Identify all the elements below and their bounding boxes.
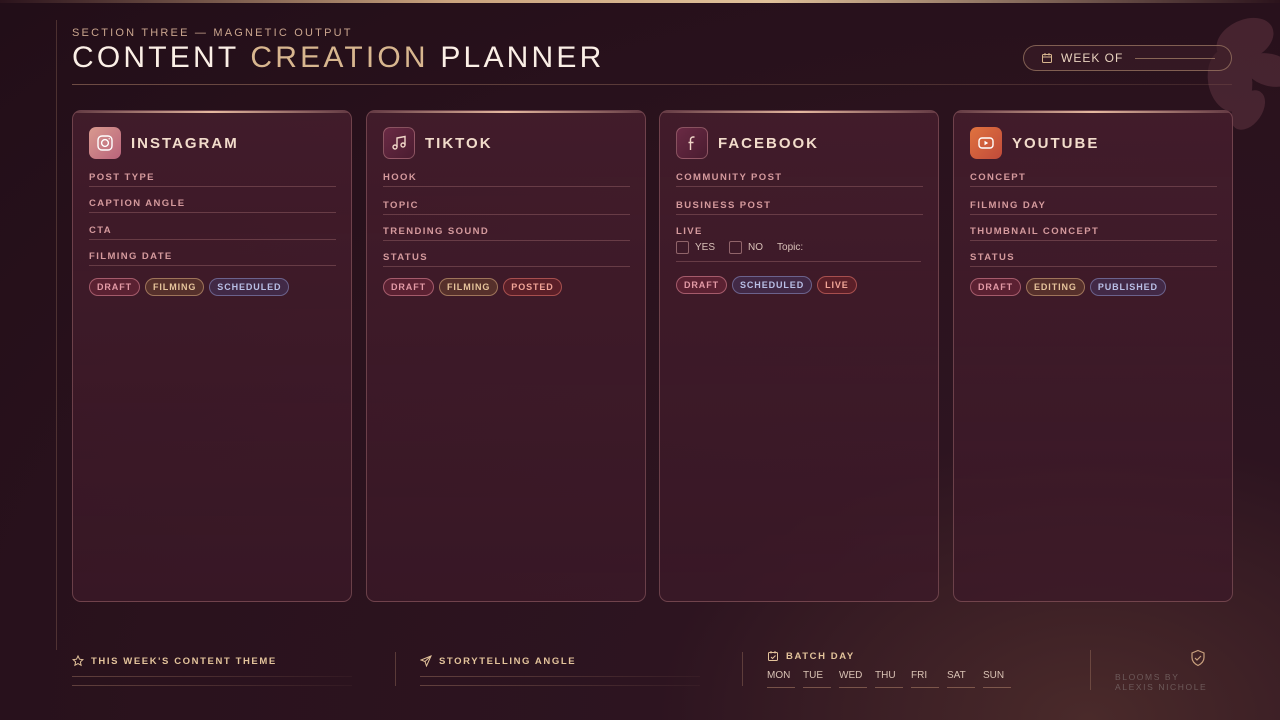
- story-input-line-2[interactable]: [420, 685, 700, 686]
- tag-filming[interactable]: FILMING: [145, 278, 205, 296]
- field-thumbnail-concept[interactable]: THUMBNAIL CONCEPT: [970, 226, 1217, 241]
- theme-input-line[interactable]: [72, 676, 352, 677]
- field-cta[interactable]: CTA: [89, 225, 336, 240]
- card-instagram: INSTAGRAM POST TYPE CAPTION ANGLE CTA FI…: [72, 110, 352, 602]
- field-trending-sound[interactable]: TRENDING SOUND: [383, 226, 630, 241]
- status-tags: DRAFT SCHEDULED LIVE: [676, 276, 857, 294]
- brand-signature: BLOOMS BY ALEXIS NICHOLE: [1115, 672, 1207, 692]
- platform-name: FACEBOOK: [718, 134, 820, 152]
- card-header: FACEBOOK: [676, 127, 819, 159]
- card-facebook: FACEBOOK COMMUNITY POST BUSINESS POST LI…: [659, 110, 939, 602]
- field-list: CONCEPT FILMING DAY THUMBNAIL CONCEPT ST…: [970, 172, 1217, 267]
- send-icon: [420, 655, 432, 667]
- live-topic-line: [676, 261, 921, 262]
- field-list: HOOK TOPIC TRENDING SOUND STATUS: [383, 172, 630, 267]
- week-of-field[interactable]: WEEK OF: [1023, 45, 1232, 71]
- star-icon: [72, 655, 84, 667]
- day-sat[interactable]: SAT: [947, 670, 983, 688]
- facebook-icon: [676, 127, 708, 159]
- shield-check-icon: [1191, 649, 1205, 667]
- title-part-creation: CREATION: [250, 41, 429, 74]
- tag-scheduled[interactable]: SCHEDULED: [209, 278, 290, 296]
- status-tags: DRAFT FILMING SCHEDULED: [89, 278, 290, 296]
- left-rule: [56, 20, 57, 650]
- tag-posted[interactable]: POSTED: [503, 278, 562, 296]
- field-list: POST TYPE CAPTION ANGLE CTA FILMING DATE: [89, 172, 336, 266]
- status-tags: DRAFT FILMING POSTED: [383, 278, 562, 296]
- field-business-post[interactable]: BUSINESS POST: [676, 200, 923, 215]
- card-header: YOUTUBE: [970, 127, 1099, 159]
- platform-name: YOUTUBE: [1012, 134, 1100, 152]
- title-part-planner: PLANNER: [440, 41, 605, 74]
- live-no-label: NO: [748, 242, 764, 253]
- tag-draft[interactable]: DRAFT: [383, 278, 434, 296]
- status-tags: DRAFT EDITING PUBLISHED: [970, 278, 1166, 296]
- top-accent-line: [0, 0, 1280, 3]
- field-post-type[interactable]: POST TYPE: [89, 172, 336, 187]
- platform-name: INSTAGRAM: [131, 134, 239, 152]
- live-options: YES NO Topic:: [676, 241, 803, 254]
- music-note-icon: [383, 127, 415, 159]
- tag-filming[interactable]: FILMING: [439, 278, 499, 296]
- field-list: COMMUNITY POST BUSINESS POST LIVE: [676, 172, 923, 240]
- batch-section: BATCH DAY: [767, 650, 855, 662]
- day-sun[interactable]: SUN: [983, 670, 1019, 688]
- tag-draft[interactable]: DRAFT: [89, 278, 140, 296]
- live-yes-label: YES: [695, 242, 716, 253]
- field-status[interactable]: STATUS: [383, 252, 630, 267]
- card-header: INSTAGRAM: [89, 127, 239, 159]
- page-header: SECTION THREE — MAGNETIC OUTPUT CONTENT …: [72, 27, 604, 75]
- field-status[interactable]: STATUS: [970, 252, 1217, 267]
- brand-line-1: BLOOMS BY: [1115, 672, 1180, 682]
- title-part-content: CONTENT: [72, 41, 239, 74]
- story-label: STORYTELLING ANGLE: [439, 655, 577, 667]
- tag-scheduled[interactable]: SCHEDULED: [732, 276, 813, 294]
- field-community-post[interactable]: COMMUNITY POST: [676, 172, 923, 187]
- brand-line-2: ALEXIS NICHOLE: [1115, 682, 1208, 692]
- day-fri[interactable]: FRI: [911, 670, 947, 688]
- story-section: STORYTELLING ANGLE: [420, 655, 576, 667]
- live-no-checkbox[interactable]: [729, 241, 743, 254]
- header-divider: [72, 84, 1232, 85]
- field-concept[interactable]: CONCEPT: [970, 172, 1217, 187]
- instagram-icon: [89, 127, 121, 159]
- tag-published[interactable]: PUBLISHED: [1089, 278, 1166, 296]
- platform-name: TIKTOK: [425, 134, 493, 152]
- batch-days: MON TUE WED THU FRI SAT SUN: [767, 670, 1019, 688]
- calendar-icon: [1042, 53, 1052, 63]
- theme-label: THIS WEEK'S CONTENT THEME: [91, 655, 277, 667]
- page-title: CONTENT CREATION PLANNER: [72, 41, 604, 75]
- story-input-line[interactable]: [420, 676, 700, 677]
- theme-section: THIS WEEK'S CONTENT THEME: [72, 655, 277, 667]
- week-of-input-line[interactable]: [1135, 57, 1216, 59]
- field-filming-date[interactable]: FILMING DATE: [89, 251, 336, 266]
- card-header: TIKTOK: [383, 127, 493, 159]
- week-of-label: WEEK OF: [1061, 51, 1124, 65]
- field-hook[interactable]: HOOK: [383, 172, 630, 187]
- footer-divider: [395, 652, 396, 686]
- tag-draft[interactable]: DRAFT: [970, 278, 1021, 296]
- calendar-check-icon: [768, 651, 778, 661]
- field-caption-angle[interactable]: CAPTION ANGLE: [89, 198, 336, 213]
- day-thu[interactable]: THU: [875, 670, 911, 688]
- field-topic[interactable]: TOPIC: [383, 200, 630, 215]
- field-live: LIVE: [676, 226, 703, 237]
- footer-divider: [742, 652, 743, 686]
- live-yes-checkbox[interactable]: [676, 241, 689, 254]
- card-tiktok: TIKTOK HOOK TOPIC TRENDING SOUND STATUS …: [366, 110, 646, 602]
- tag-editing[interactable]: EDITING: [1026, 278, 1085, 296]
- day-mon[interactable]: MON: [767, 670, 803, 688]
- play-icon: [970, 127, 1002, 159]
- tag-draft[interactable]: DRAFT: [676, 276, 727, 294]
- field-filming-day[interactable]: FILMING DAY: [970, 200, 1217, 215]
- day-tue[interactable]: TUE: [803, 670, 839, 688]
- footer-divider: [1090, 650, 1091, 690]
- day-wed[interactable]: WED: [839, 670, 875, 688]
- live-topic-label[interactable]: Topic:: [777, 242, 803, 253]
- batch-label: BATCH DAY: [786, 650, 855, 662]
- tag-live[interactable]: LIVE: [817, 276, 857, 294]
- theme-input-line-2[interactable]: [72, 685, 352, 686]
- section-kicker: SECTION THREE — MAGNETIC OUTPUT: [72, 27, 353, 39]
- card-youtube: YOUTUBE CONCEPT FILMING DAY THUMBNAIL CO…: [953, 110, 1233, 602]
